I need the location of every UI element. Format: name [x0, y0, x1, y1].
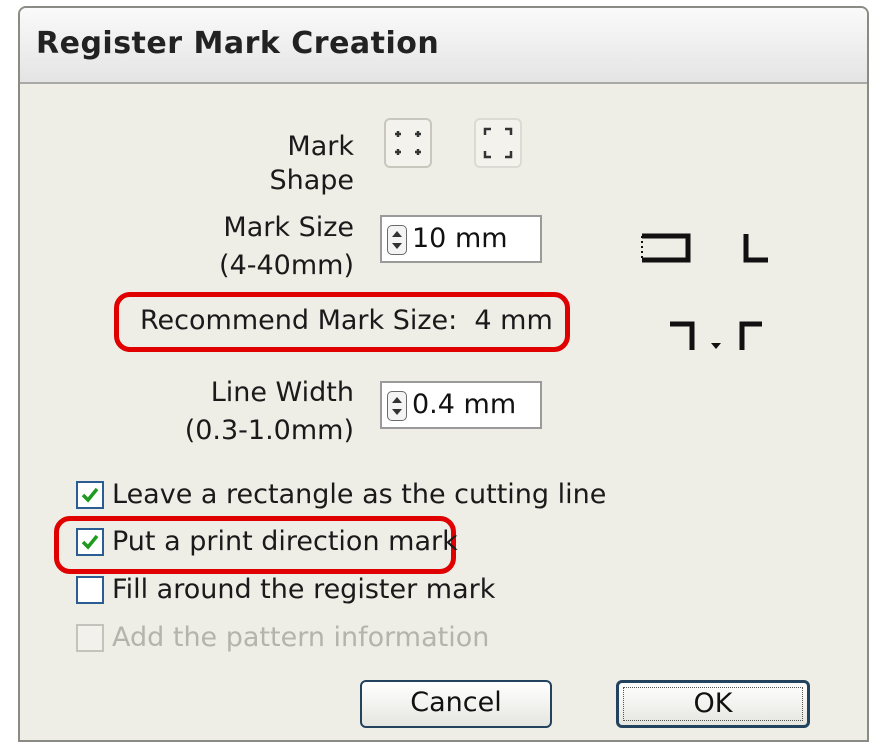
- register-mark-dialog: Register Mark Creation Mark Shape Mark S…: [18, 6, 869, 742]
- corner-marks-inner-icon: [395, 131, 421, 155]
- recommend-mark-size: Recommend Mark Size: 4 mm: [140, 305, 553, 336]
- option-label: Fill around the register mark: [112, 574, 496, 605]
- line-width-stepper[interactable]: [387, 391, 407, 421]
- line-width-range: (0.3-1.0mm): [184, 415, 354, 446]
- mark-size-stepper[interactable]: [387, 225, 407, 255]
- mark-size-range: (4-40mm): [219, 250, 354, 281]
- mark-shape-option-inner[interactable]: [384, 118, 432, 168]
- option-label: Add the pattern information: [112, 622, 490, 653]
- line-width-spinner[interactable]: 0.4 mm: [380, 381, 542, 429]
- mark-size-spinner[interactable]: 10 mm: [380, 215, 542, 263]
- option-label: Put a print direction mark: [112, 526, 458, 557]
- ok-button[interactable]: OK: [616, 680, 810, 728]
- option-label: Leave a rectangle as the cutting line: [112, 479, 607, 510]
- spin-arrows-icon: [392, 231, 402, 249]
- line-width-label: Line Width: [210, 377, 354, 408]
- mark-shape-option-outer[interactable]: [474, 118, 522, 168]
- spin-arrows-icon: [392, 397, 402, 415]
- line-width-value[interactable]: 0.4 mm: [412, 389, 516, 420]
- checkbox-add-pattern-info: [76, 624, 104, 652]
- register-mark-preview: [641, 233, 768, 350]
- check-icon: [81, 534, 99, 550]
- check-icon: [81, 487, 99, 503]
- checkbox-leave-rectangle[interactable]: [76, 481, 104, 509]
- mark-size-label: Mark Size: [223, 212, 354, 243]
- dialog-title: Register Mark Creation: [36, 26, 440, 61]
- cancel-button[interactable]: Cancel: [360, 680, 552, 728]
- title-bar[interactable]: Register Mark Creation: [20, 8, 867, 84]
- corner-marks-outer-icon: [483, 127, 513, 159]
- checkbox-fill-around[interactable]: [76, 576, 104, 604]
- checkbox-print-direction[interactable]: [76, 528, 104, 556]
- focus-ring: [623, 687, 803, 721]
- mark-shape-label: Mark Shape: [269, 131, 354, 196]
- mark-size-value[interactable]: 10 mm: [412, 223, 508, 254]
